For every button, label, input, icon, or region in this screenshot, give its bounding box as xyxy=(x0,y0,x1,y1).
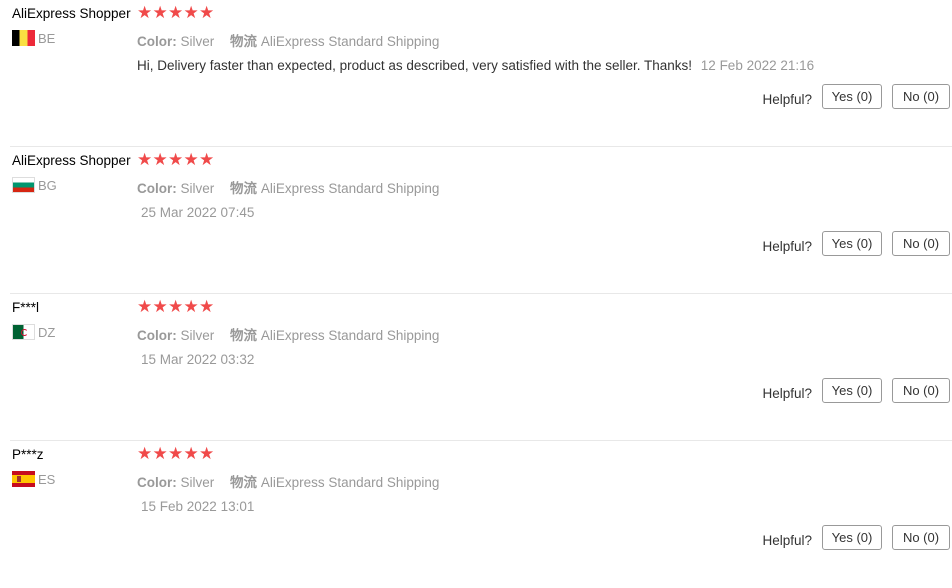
helpful-section: Helpful? Yes (0) No (0) xyxy=(762,525,950,550)
color-label: Color: xyxy=(137,34,177,49)
reviewer-country: BG xyxy=(12,177,137,193)
star-icon: ★ xyxy=(199,3,215,22)
review-date: 15 Mar 2022 03:32 xyxy=(141,352,255,367)
star-icon: ★ xyxy=(199,297,215,316)
review-body: ★★★★★ Color: Silver 物流 AliExpress Standa… xyxy=(137,4,952,74)
star-rating: ★★★★★ xyxy=(137,4,952,22)
star-icon: ★ xyxy=(183,297,199,316)
review-item: F***l DZ ★★★★★ Color: Silver 物流 AliExpre… xyxy=(10,294,952,441)
review-meta: Color: Silver 物流 AliExpress Standard Shi… xyxy=(137,324,952,344)
star-icon: ★ xyxy=(152,444,168,463)
review-body: ★★★★★ Color: Silver 物流 AliExpress Standa… xyxy=(137,151,952,221)
spain-flag-icon xyxy=(12,471,35,487)
reviewer-info: P***z ES xyxy=(12,447,137,487)
review-meta: Color: Silver 物流 AliExpress Standard Shi… xyxy=(137,471,952,491)
review-meta: Color: Silver 物流 AliExpress Standard Shi… xyxy=(137,30,952,50)
logistics-label: 物流 xyxy=(230,475,258,490)
review-body: ★★★★★ Color: Silver 物流 AliExpress Standa… xyxy=(137,445,952,515)
logistics-value: AliExpress Standard Shipping xyxy=(260,34,440,49)
review-list: AliExpress Shopper BE ★★★★★ Color: Silve… xyxy=(0,0,952,588)
helpful-no-button[interactable]: No (0) xyxy=(892,378,950,403)
review-content: 15 Mar 2022 03:32 xyxy=(137,352,952,367)
helpful-no-button[interactable]: No (0) xyxy=(892,525,950,550)
review-date: 12 Feb 2022 21:16 xyxy=(700,58,815,73)
logistics-label: 物流 xyxy=(230,328,258,343)
reviewer-country: DZ xyxy=(12,324,137,340)
star-icon: ★ xyxy=(183,3,199,22)
review-text: Hi, Delivery faster than expected, produ… xyxy=(137,58,693,73)
country-code: ES xyxy=(38,471,56,487)
review-date: 15 Feb 2022 13:01 xyxy=(141,499,255,514)
star-icon: ★ xyxy=(137,150,153,169)
review-item: AliExpress Shopper BE ★★★★★ Color: Silve… xyxy=(10,0,952,147)
country-code: DZ xyxy=(38,324,56,340)
star-icon: ★ xyxy=(137,444,153,463)
review-content: 15 Feb 2022 13:01 xyxy=(137,499,952,514)
star-icon: ★ xyxy=(152,297,168,316)
helpful-no-button[interactable]: No (0) xyxy=(892,231,950,256)
bulgaria-flag-icon xyxy=(12,177,35,193)
review-content: Hi, Delivery faster than expected, produ… xyxy=(137,58,952,73)
review-item: P***z ES ★★★★★ Color: Silver 物流 AliExpre… xyxy=(10,441,952,588)
color-label: Color: xyxy=(137,181,177,196)
star-icon: ★ xyxy=(183,150,199,169)
reviewer-country: ES xyxy=(12,471,137,487)
color-value: Silver xyxy=(180,34,215,49)
helpful-section: Helpful? Yes (0) No (0) xyxy=(762,231,950,256)
star-rating: ★★★★★ xyxy=(137,298,952,316)
color-label: Color: xyxy=(137,475,177,490)
star-rating: ★★★★★ xyxy=(137,151,952,169)
belgium-flag-icon xyxy=(12,30,35,46)
review-date: 25 Mar 2022 07:45 xyxy=(141,205,255,220)
logistics-value: AliExpress Standard Shipping xyxy=(260,181,440,196)
country-code: BE xyxy=(38,30,56,46)
color-value: Silver xyxy=(180,475,215,490)
helpful-no-button[interactable]: No (0) xyxy=(892,84,950,109)
logistics-label: 物流 xyxy=(230,181,258,196)
helpful-yes-button[interactable]: Yes (0) xyxy=(822,525,882,550)
country-code: BG xyxy=(38,177,57,193)
reviewer-info: F***l DZ xyxy=(12,300,137,340)
star-icon: ★ xyxy=(168,150,184,169)
color-label: Color: xyxy=(137,328,177,343)
helpful-label: Helpful? xyxy=(762,533,812,548)
reviewer-info: AliExpress Shopper BE xyxy=(12,6,137,46)
helpful-label: Helpful? xyxy=(762,92,812,107)
helpful-label: Helpful? xyxy=(762,386,812,401)
reviewer-name: P***z xyxy=(12,447,44,462)
helpful-yes-button[interactable]: Yes (0) xyxy=(822,231,882,256)
reviewer-info: AliExpress Shopper BG xyxy=(12,153,137,193)
reviewer-country: BE xyxy=(12,30,137,46)
star-icon: ★ xyxy=(152,150,168,169)
logistics-value: AliExpress Standard Shipping xyxy=(260,475,440,490)
helpful-yes-button[interactable]: Yes (0) xyxy=(822,84,882,109)
reviewer-name: AliExpress Shopper xyxy=(12,153,131,168)
logistics-label: 物流 xyxy=(230,34,258,49)
star-icon: ★ xyxy=(137,3,153,22)
color-value: Silver xyxy=(180,328,215,343)
star-icon: ★ xyxy=(199,444,215,463)
reviewer-name: F***l xyxy=(12,300,40,315)
helpful-section: Helpful? Yes (0) No (0) xyxy=(762,84,950,109)
star-rating: ★★★★★ xyxy=(137,445,952,463)
review-content: 25 Mar 2022 07:45 xyxy=(137,205,952,220)
star-icon: ★ xyxy=(199,150,215,169)
star-icon: ★ xyxy=(137,297,153,316)
star-icon: ★ xyxy=(183,444,199,463)
reviewer-name: AliExpress Shopper xyxy=(12,6,131,21)
star-icon: ★ xyxy=(168,297,184,316)
review-body: ★★★★★ Color: Silver 物流 AliExpress Standa… xyxy=(137,298,952,368)
star-icon: ★ xyxy=(168,444,184,463)
star-icon: ★ xyxy=(168,3,184,22)
helpful-section: Helpful? Yes (0) No (0) xyxy=(762,378,950,403)
review-item: AliExpress Shopper BG ★★★★★ Color: Silve… xyxy=(10,147,952,294)
logistics-value: AliExpress Standard Shipping xyxy=(260,328,440,343)
star-icon: ★ xyxy=(152,3,168,22)
review-meta: Color: Silver 物流 AliExpress Standard Shi… xyxy=(137,177,952,197)
color-value: Silver xyxy=(180,181,215,196)
helpful-yes-button[interactable]: Yes (0) xyxy=(822,378,882,403)
algeria-flag-icon xyxy=(12,324,35,340)
helpful-label: Helpful? xyxy=(762,239,812,254)
